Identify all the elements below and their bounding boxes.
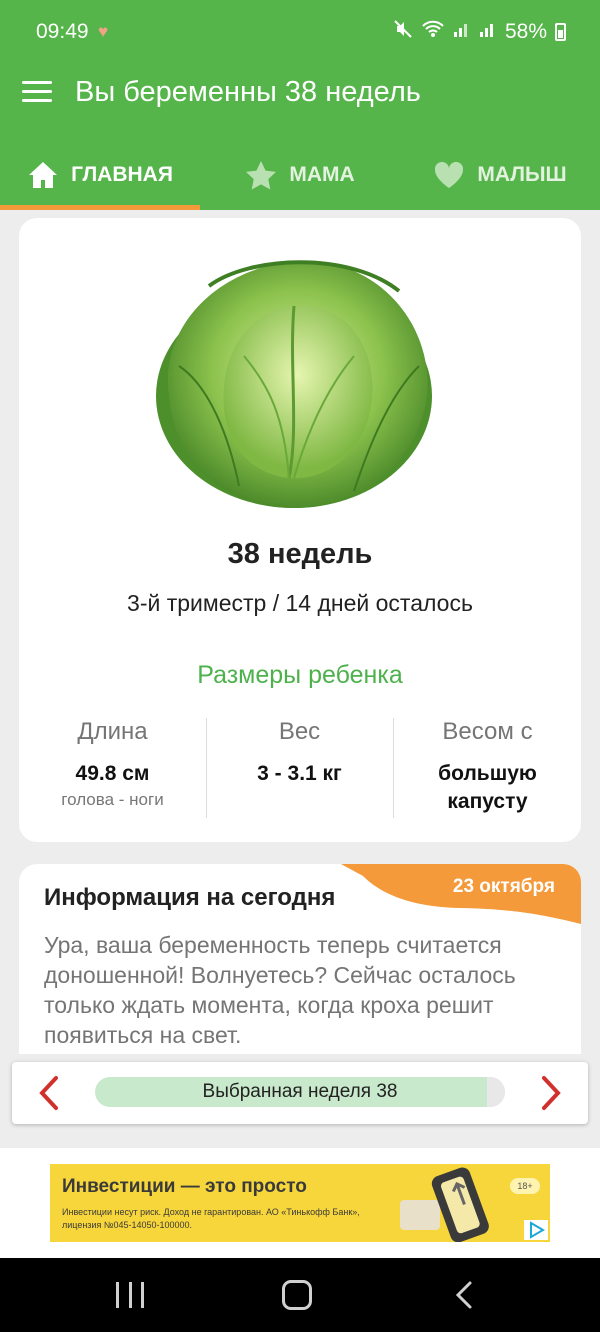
cabbage-image [156, 260, 432, 508]
weeks-heading: 38 недель [227, 538, 373, 570]
previous-week-button[interactable] [34, 1074, 64, 1112]
signal-icon [479, 20, 497, 44]
week-selector: Выбранная неделя 38 [12, 1062, 588, 1124]
weight-column: Вес 3 - 3.1 кг [206, 718, 393, 788]
ad-disclaimer: Инвестиции несут риск. Доход не гарантир… [62, 1207, 360, 1230]
baby-sizes-title: Размеры ребенка [197, 661, 403, 689]
ad-area: Инвестиции — это просто Инвестиции несут… [0, 1148, 600, 1258]
tab-mama-label: МАМА [289, 163, 355, 186]
info-title: Информация на сегодня [44, 884, 336, 911]
tab-baby-label: МАЛЫШ [477, 163, 567, 186]
battery-icon [555, 23, 566, 41]
back-button[interactable] [452, 1280, 476, 1310]
comparison-column: Весом с большую капусту [394, 718, 581, 816]
length-value: 49.8 см [75, 762, 150, 785]
info-text: Ура, ваша беременность теперь считается … [44, 932, 516, 1048]
hamburger-menu-icon[interactable] [22, 81, 52, 105]
trimester-text: 3-й триместр / 14 дней осталось [127, 590, 473, 616]
home-icon [29, 162, 58, 188]
active-tab-indicator [0, 205, 200, 210]
wifi-icon [421, 19, 445, 45]
next-week-button[interactable] [536, 1074, 566, 1112]
week-summary-card: 38 недель 3-й триместр / 14 дней осталос… [19, 218, 581, 842]
length-note: голова - ноги [61, 790, 164, 809]
tab-mama[interactable]: МАМА [200, 140, 400, 210]
selected-week-label: Выбранная неделя 38 [202, 1081, 398, 1102]
length-column: Длина 49.8 см голова - ноги [19, 718, 206, 810]
page-title: Вы беременны 38 недель [75, 76, 421, 108]
signal-icon [453, 20, 471, 44]
tab-baby[interactable]: МАЛЫШ [400, 140, 600, 210]
home-button[interactable] [282, 1280, 312, 1310]
chevron-right-icon [542, 1076, 561, 1110]
system-nav-bar [0, 1258, 600, 1332]
ad-banner[interactable]: Инвестиции — это просто Инвестиции несут… [50, 1164, 550, 1242]
ad-choices-icon[interactable] [524, 1220, 548, 1240]
length-label: Длина [77, 718, 148, 745]
tab-bar: ГЛАВНАЯ МАМА МАЛЫШ [0, 140, 600, 210]
date-text: 23 октября [452, 876, 555, 897]
ad-headline: Инвестиции — это просто [62, 1176, 307, 1197]
date-badge: 23 октября [341, 864, 581, 924]
comparison-value: большую капусту [438, 762, 537, 813]
star-icon [246, 161, 277, 190]
heart-icon [435, 161, 464, 188]
heart-monitor-icon: ♥ [98, 22, 109, 41]
daily-info-card: 23 октября Информация на сегодня Ура, ва… [19, 864, 581, 1054]
status-icons: 58% [393, 19, 566, 45]
mute-icon [393, 19, 413, 45]
status-bar: 09:49 ♥ 58% [0, 0, 600, 48]
selected-week-progress[interactable]: Выбранная неделя 38 [95, 1077, 505, 1107]
age-rating: 18+ [510, 1178, 540, 1194]
app-bar: Вы беременны 38 недель [0, 48, 600, 140]
weight-label: Вес [278, 718, 321, 745]
status-time: 09:49 [36, 20, 89, 43]
phone-illustration [400, 1167, 489, 1242]
chevron-left-icon [39, 1076, 58, 1110]
weight-value: 3 - 3.1 кг [257, 762, 342, 785]
comparison-label: Весом с [442, 718, 533, 745]
recent-apps-button[interactable] [116, 1282, 144, 1308]
battery-percent: 58% [504, 20, 547, 43]
tab-home-label: ГЛАВНАЯ [71, 163, 173, 186]
tab-home[interactable]: ГЛАВНАЯ [0, 140, 200, 210]
